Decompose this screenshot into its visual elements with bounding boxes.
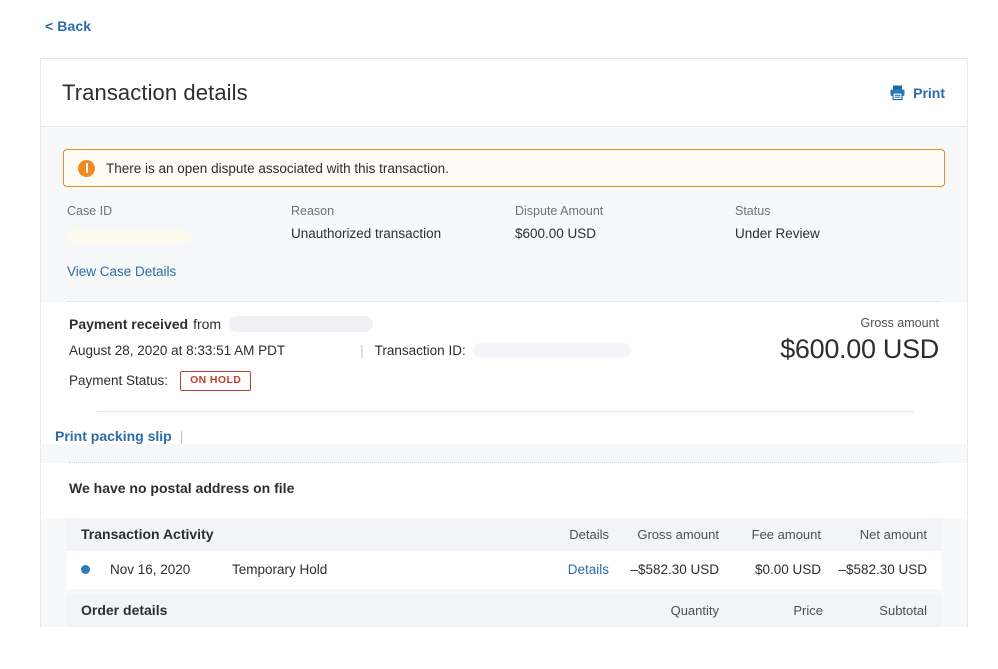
transaction-activity-header: Transaction Activity Details Gross amoun…: [67, 517, 941, 551]
print-button-label: Print: [913, 84, 945, 101]
card-header: Transaction details Print: [41, 59, 967, 127]
dispute-alert-wrapper: There is an open dispute associated with…: [41, 127, 967, 187]
column-header-details: Details: [569, 526, 609, 542]
table-row: Nov 16, 2020 Temporary Hold Details –$58…: [67, 550, 941, 589]
back-link[interactable]: < Back: [45, 18, 91, 34]
transaction-id-label: Transaction ID:: [374, 343, 466, 358]
no-postal-address-message: We have no postal address on file: [41, 462, 967, 518]
dispute-amount-value: $600.00 USD: [515, 226, 597, 241]
transaction-activity-table: Transaction Activity Details Gross amoun…: [41, 517, 967, 589]
payment-status-label: Payment Status:: [69, 373, 169, 389]
table-row-fee-amount: $0.00 USD: [754, 562, 821, 577]
case-id-value: [67, 226, 291, 247]
case-id-redaction: [67, 229, 191, 244]
dispute-alert: There is an open dispute associated with…: [63, 149, 945, 187]
payment-divider: [97, 410, 913, 412]
dispute-amount-label: Dispute Amount: [515, 204, 604, 218]
dispute-summary: Case ID Reason Dispute Amount Status Una…: [41, 187, 967, 281]
transaction-id-redaction: [472, 343, 631, 358]
dispute-status-value: Under Review: [735, 226, 820, 241]
table-row-details-link[interactable]: Details: [511, 562, 609, 577]
table-row-net-amount: –$582.30 USD: [838, 562, 927, 577]
transaction-details-card: Transaction details Print There is an op…: [40, 58, 968, 627]
table-row-description: Temporary Hold: [232, 562, 328, 577]
print-packing-slip-link[interactable]: Print packing slip: [55, 428, 172, 444]
warning-exclamation-icon: [78, 159, 95, 177]
payment-status-row: Payment Status: ON HOLD: [69, 371, 941, 391]
page-title: Transaction details: [62, 79, 248, 105]
reason-value: Unauthorized transaction: [291, 226, 442, 241]
dispute-grid: Case ID Reason Dispute Amount Status Una…: [67, 204, 945, 247]
status-label: Status: [735, 204, 771, 218]
packing-slip-row: Print packing slip |: [41, 411, 967, 444]
payment-separator: |: [360, 343, 364, 358]
packing-separator: |: [179, 427, 184, 444]
transaction-details-page: < Back Transaction details Print There i…: [0, 0, 998, 669]
column-header-net-amount: Net amount: [859, 526, 927, 542]
table-row-date: Nov 16, 2020: [110, 562, 191, 577]
order-details-header: Order details Quantity Price Subtotal: [67, 593, 941, 627]
column-header-fee-amount: Fee amount: [751, 526, 821, 542]
back-nav-row: < Back: [0, 0, 998, 34]
payment-summary: Gross amount $600.00 USD Payment receive…: [41, 302, 967, 412]
order-details-title: Order details: [81, 602, 168, 618]
payment-from-label: from: [193, 316, 222, 332]
column-header-subtotal: Subtotal: [879, 602, 927, 618]
print-button[interactable]: Print: [889, 84, 945, 101]
view-case-details-link[interactable]: View Case Details: [67, 264, 176, 279]
status-badge: ON HOLD: [180, 371, 252, 391]
payer-name-redaction: [229, 316, 374, 332]
table-row-left: Nov 16, 2020 Temporary Hold: [81, 562, 511, 577]
gross-amount-block: Gross amount $600.00 USD: [780, 316, 939, 365]
column-header-quantity: Quantity: [670, 602, 719, 618]
case-id-label: Case ID: [67, 204, 113, 218]
table-row-gross-amount: –$582.30 USD: [630, 562, 719, 577]
column-header-price: Price: [793, 602, 823, 618]
payment-datetime: August 28, 2020 at 8:33:51 AM PDT: [69, 343, 286, 358]
gross-amount-value: $600.00 USD: [780, 334, 939, 364]
payment-received-label: Payment received: [69, 316, 189, 332]
transaction-activity-title: Transaction Activity: [81, 526, 214, 542]
reason-label: Reason: [291, 204, 335, 218]
gross-amount-label: Gross amount: [860, 316, 939, 330]
column-header-gross-amount: Gross amount: [637, 526, 719, 542]
dispute-alert-message: There is an open dispute associated with…: [106, 160, 449, 176]
status-dot-icon: [81, 565, 90, 574]
printer-icon: [889, 84, 906, 101]
